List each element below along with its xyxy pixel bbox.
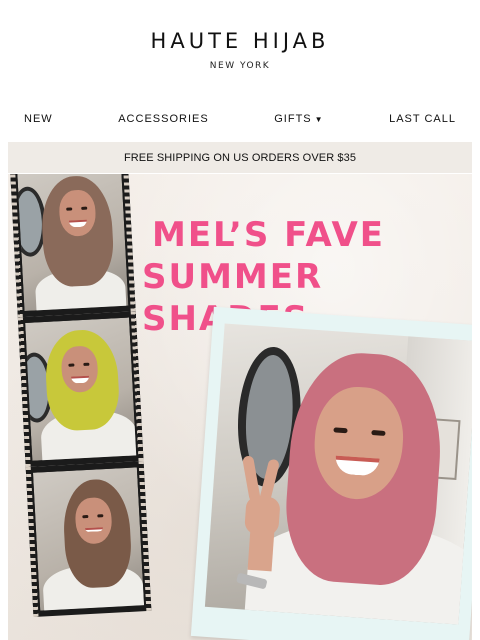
nav-item-gifts[interactable]: GIFTS ▼ xyxy=(274,113,323,125)
nav-item-label: LAST CALL xyxy=(389,113,456,125)
nav-item-accessories[interactable]: ACCESSORIES xyxy=(118,113,208,125)
nav-item-label: GIFTS xyxy=(274,113,312,125)
hero-banner[interactable]: MEL’S FAVE SUMMER SHADES xyxy=(8,174,472,640)
hero-headline-line1: MEL’S FAVE xyxy=(152,215,386,255)
film-frame-brown-scarf-2 xyxy=(25,460,152,617)
film-frame-brown-scarf xyxy=(9,174,136,318)
photo-yellow-scarf xyxy=(25,317,137,461)
photo-brown-scarf xyxy=(17,174,129,312)
brand-logo[interactable]: HAUTE HIJAB xyxy=(0,29,480,53)
nav-item-last-call[interactable]: LAST CALL xyxy=(389,113,456,125)
photo-brown-scarf-pose xyxy=(32,467,145,611)
peace-sign-hand xyxy=(238,455,286,572)
nav-item-new[interactable]: NEW xyxy=(24,113,53,125)
shipping-banner[interactable]: FREE SHIPPING ON US ORDERS OVER $35 xyxy=(8,142,472,173)
brand-location: NEW YORK xyxy=(209,61,271,71)
nav-item-label: NEW xyxy=(24,113,53,125)
film-frame-yellow-scarf xyxy=(17,311,144,468)
shipping-text: FREE SHIPPING ON US ORDERS OVER $35 xyxy=(123,151,357,164)
main-nav: NEW ACCESSORIES GIFTS ▼ LAST CALL xyxy=(24,110,456,128)
polaroid-photo xyxy=(190,306,472,640)
chevron-down-icon: ▼ xyxy=(314,115,324,124)
photo-pink-scarf xyxy=(204,323,472,625)
nav-item-label: ACCESSORIES xyxy=(118,113,209,125)
email-header: HAUTE HIJAB NEW YORK xyxy=(0,0,480,100)
